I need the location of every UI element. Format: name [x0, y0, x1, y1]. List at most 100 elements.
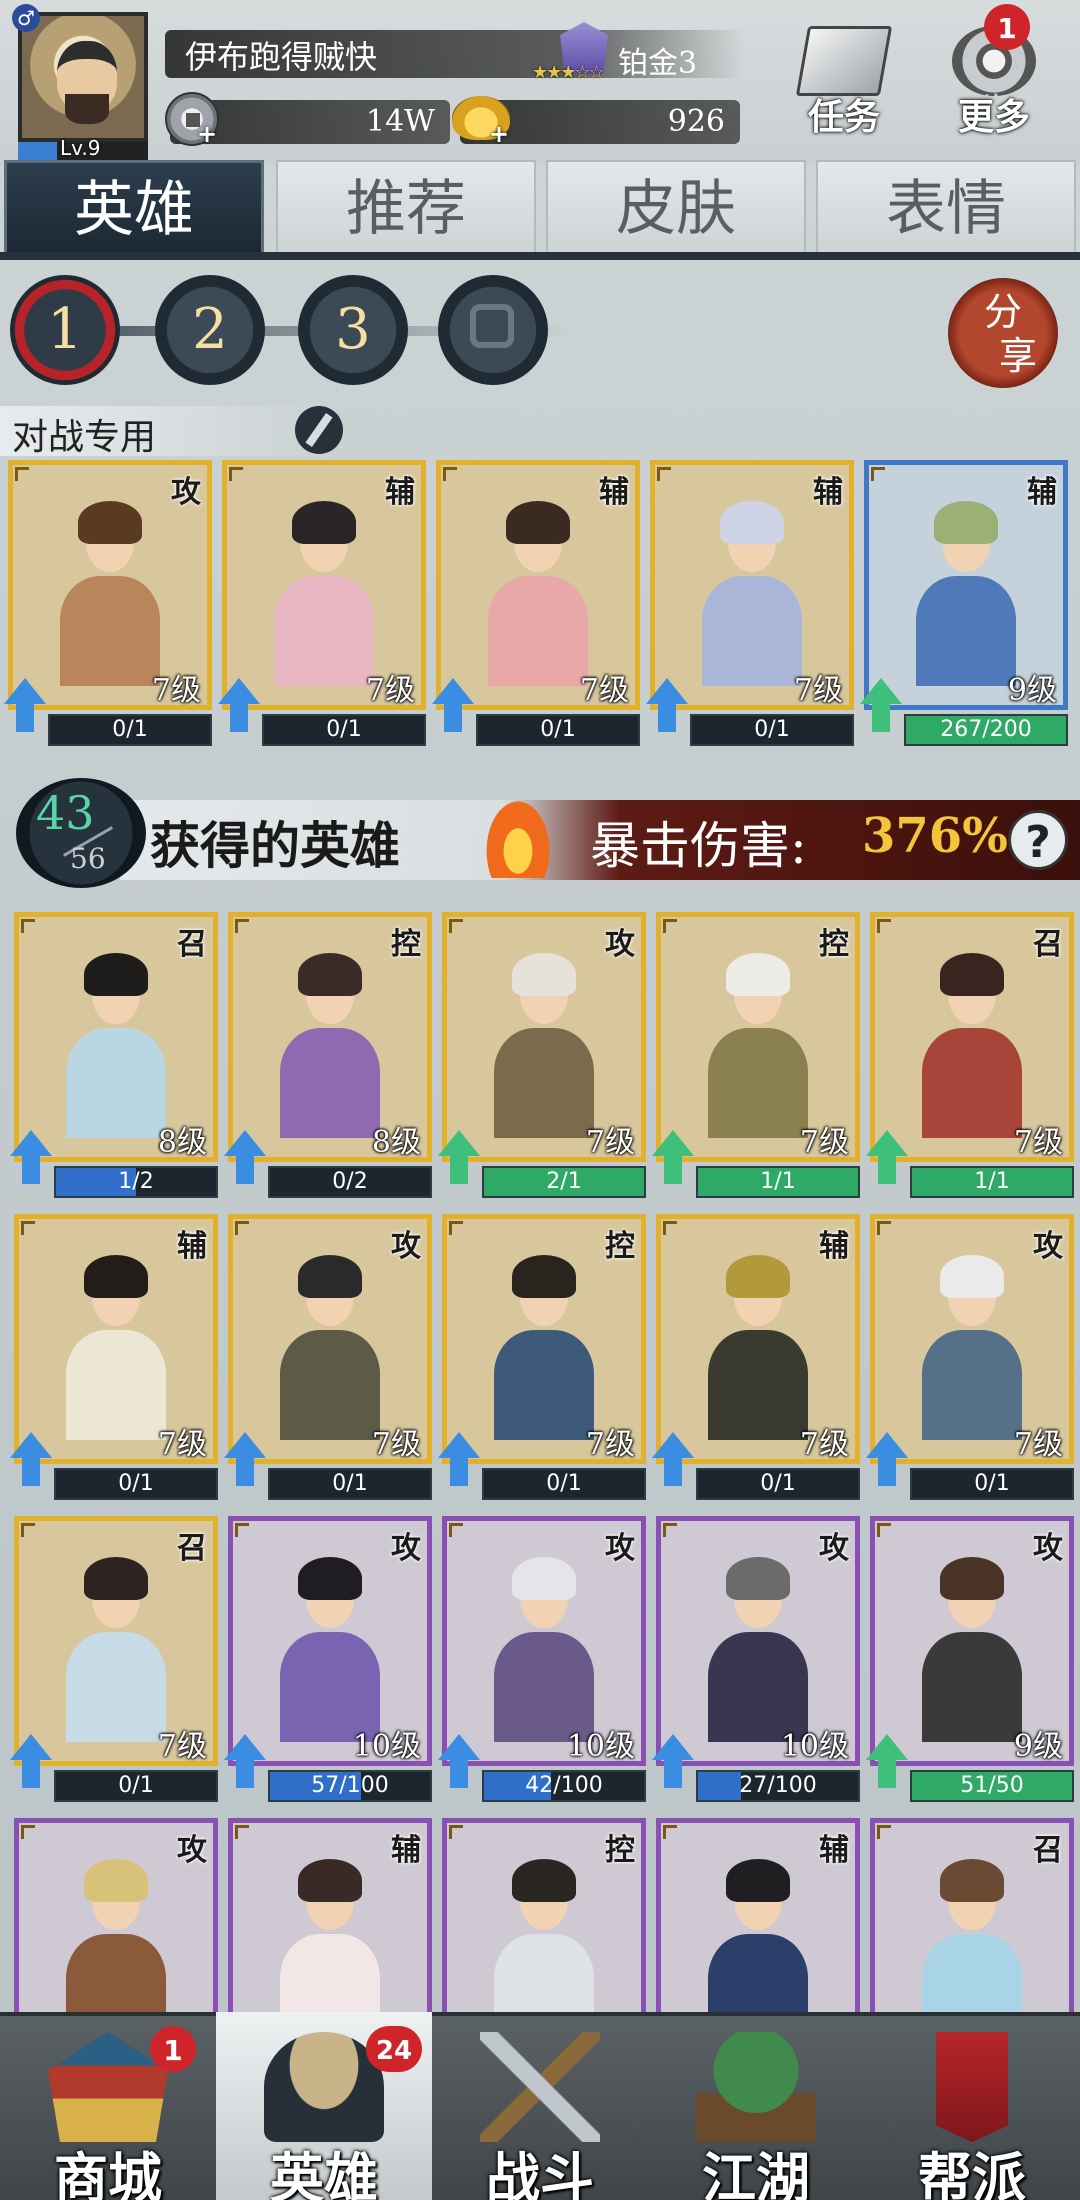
avatar-beard [65, 94, 109, 124]
hero-card[interactable]: 召 8级 1/2 [10, 912, 218, 1202]
upgrade-arrow-icon[interactable] [218, 678, 260, 734]
hero-card[interactable]: 攻 10级 27/100 [652, 1516, 860, 1806]
hero-portrait-frame: 攻 7级 [870, 1214, 1074, 1464]
hero-body [487, 575, 589, 686]
hero-shard-progress: 0/1 [268, 1468, 432, 1500]
hero-role-tag: 攻 [391, 1531, 421, 1566]
team-1-button[interactable]: 1 [10, 275, 120, 385]
add-silver-button[interactable]: + [196, 122, 218, 146]
player-rank: 铂金3 [618, 46, 698, 81]
hero-shard-progress: 27/100 [696, 1770, 860, 1802]
frame-corner-ornament [21, 919, 35, 933]
upgrade-arrow-icon[interactable] [860, 678, 902, 734]
hero-shard-count: 0/2 [332, 1169, 368, 1194]
hero-role-tag: 攻 [1033, 1531, 1063, 1566]
tasks-button[interactable]: 任务 [784, 20, 904, 150]
hero-card[interactable]: 攻 10级 57/100 [224, 1516, 432, 1806]
hero-shard-progress: 2/1 [482, 1166, 646, 1198]
team-3-button[interactable]: 3 [298, 275, 408, 385]
nav-item[interactable]: 商城 1 [0, 2012, 216, 2200]
hero-hair [83, 1254, 149, 1299]
tab-heroes[interactable]: 英雄 [4, 160, 264, 255]
upgrade-arrow-icon[interactable] [432, 678, 474, 734]
upgrade-arrow-icon[interactable] [652, 1734, 694, 1790]
nav-item[interactable]: 江湖 [648, 2012, 864, 2200]
hero-card[interactable]: 攻 10级 42/100 [438, 1516, 646, 1806]
upgrade-arrow-icon[interactable] [4, 678, 46, 734]
hero-role-tag: 召 [1033, 1833, 1063, 1868]
upgrade-arrow-icon[interactable] [438, 1432, 480, 1488]
hero-level: 7级 [585, 1125, 635, 1160]
player-level-fill [18, 142, 57, 162]
battle-icon [480, 2032, 600, 2142]
player-avatar[interactable] [18, 12, 148, 142]
upgrade-arrow-icon[interactable] [10, 1130, 52, 1186]
hero-portrait [464, 489, 611, 686]
hero-card[interactable]: 攻 7级 0/1 [4, 460, 212, 750]
frame-corner-ornament [21, 1825, 35, 1839]
nav-badge: 24 [366, 2026, 422, 2072]
total-hero-count: 56 [70, 842, 106, 875]
hero-level: 7级 [1013, 1125, 1063, 1160]
hero-card[interactable]: 攻 7级 2/1 [438, 912, 646, 1202]
tab-emotes[interactable]: 表情 [816, 160, 1076, 255]
hero-level: 7级 [157, 1427, 207, 1462]
hero-card[interactable]: 辅 7级 0/1 [646, 460, 854, 750]
hero-role-tag: 辅 [1027, 475, 1057, 510]
upgrade-arrow-icon[interactable] [866, 1130, 908, 1186]
hero-card[interactable]: 控 7级 1/1 [652, 912, 860, 1202]
team-2-button[interactable]: 2 [155, 275, 265, 385]
share-button[interactable]: 分 享 [948, 278, 1058, 388]
tab-skins[interactable]: 皮肤 [546, 160, 806, 255]
hero-card[interactable]: 辅 7级 0/1 [652, 1214, 860, 1504]
hero-card[interactable]: 攻 7级 0/1 [866, 1214, 1074, 1504]
upgrade-arrow-icon[interactable] [438, 1130, 480, 1186]
hero-portrait-frame: 攻 10级 [228, 1516, 432, 1766]
nav-item[interactable]: 英雄 24 [216, 2012, 432, 2200]
edit-brush-icon[interactable] [295, 406, 343, 454]
upgrade-arrow-icon[interactable] [10, 1734, 52, 1790]
task-scroll-icon [795, 26, 893, 96]
hero-card[interactable]: 攻 9级 51/50 [866, 1516, 1074, 1806]
add-gold-button[interactable]: + [488, 122, 510, 146]
hero-body [707, 1329, 809, 1440]
upgrade-arrow-icon[interactable] [652, 1432, 694, 1488]
nav-item[interactable]: 战斗 [432, 2012, 648, 2200]
hero-card[interactable]: 辅 7级 0/1 [218, 460, 426, 750]
hero-portrait-frame: 攻 7级 [8, 460, 212, 710]
hero-card[interactable]: 召 7级 0/1 [10, 1516, 218, 1806]
hero-shard-count: 42/100 [525, 1773, 603, 1798]
hero-card[interactable]: 辅 7级 0/1 [10, 1214, 218, 1504]
hero-portrait-frame: 召 8级 [14, 912, 218, 1162]
hero-hair [719, 500, 785, 545]
hero-level: 8级 [371, 1125, 421, 1160]
hero-card[interactable]: 控 7级 0/1 [438, 1214, 646, 1504]
hero-card[interactable]: 控 8级 0/2 [224, 912, 432, 1202]
upgrade-arrow-icon[interactable] [10, 1432, 52, 1488]
upgrade-arrow-icon[interactable] [224, 1432, 266, 1488]
frame-corner-ornament [15, 467, 29, 481]
hero-body [701, 575, 803, 686]
frame-corner-ornament [871, 467, 885, 481]
hero-role-tag: 召 [177, 1531, 207, 1566]
frame-corner-ornament [443, 467, 457, 481]
tab-recommend[interactable]: 推荐 [276, 160, 536, 255]
hero-card[interactable]: 辅 7级 0/1 [432, 460, 640, 750]
upgrade-arrow-icon[interactable] [438, 1734, 480, 1790]
help-icon[interactable]: ? [1008, 810, 1068, 870]
upgrade-arrow-icon[interactable] [224, 1734, 266, 1790]
hero-level: 7级 [371, 1427, 421, 1462]
hero-card[interactable]: 辅 9级 267/200 [860, 460, 1068, 750]
hero-card[interactable]: 攻 7级 0/1 [224, 1214, 432, 1504]
upgrade-arrow-icon[interactable] [866, 1432, 908, 1488]
hero-portrait-frame: 控 7级 [442, 1214, 646, 1464]
upgrade-arrow-icon[interactable] [866, 1734, 908, 1790]
nav-item[interactable]: 帮派 [864, 2012, 1080, 2200]
hero-portrait-frame: 辅 7级 [650, 460, 854, 710]
hero-shard-count: 0/1 [540, 717, 576, 742]
hero-level: 10级 [780, 1729, 849, 1764]
upgrade-arrow-icon[interactable] [652, 1130, 694, 1186]
upgrade-arrow-icon[interactable] [224, 1130, 266, 1186]
upgrade-arrow-icon[interactable] [646, 678, 688, 734]
hero-card[interactable]: 召 7级 1/1 [866, 912, 1074, 1202]
